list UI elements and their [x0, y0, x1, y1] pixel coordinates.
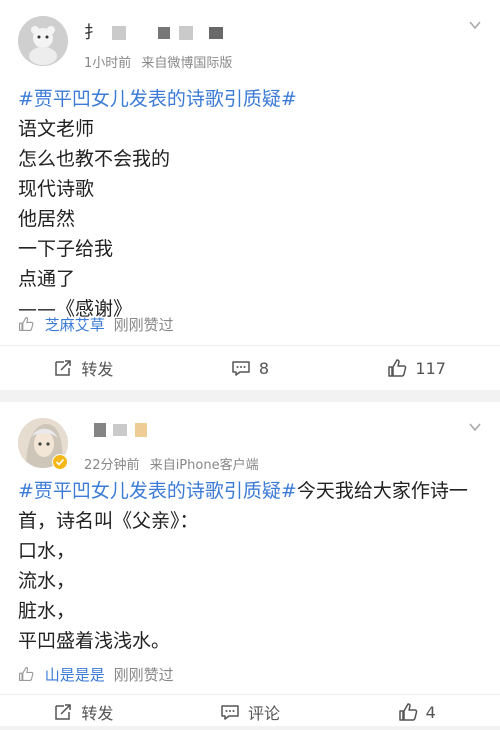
action-bar: 转发 评论 4: [0, 694, 500, 730]
user-name[interactable]: [84, 420, 147, 440]
like-count: 4: [425, 702, 436, 722]
content-line: 脏水，: [18, 600, 76, 622]
liked-text: 刚刚赞过: [113, 316, 174, 334]
comment-label: 评论: [248, 704, 281, 723]
repost-icon: [55, 360, 72, 376]
redacted-block: [179, 26, 194, 40]
comment-count: 8: [258, 358, 270, 378]
liker-name[interactable]: 芝麻艾草: [45, 316, 105, 334]
verified-badge-icon: [52, 454, 68, 470]
thumbs-up-icon: [398, 703, 417, 721]
content-line: 语文老师: [18, 118, 95, 140]
redacted-block: [157, 27, 170, 39]
liked-by-row: 芝麻艾草 刚刚赞过: [18, 314, 174, 335]
post-card: 扌 1小时前 来自微博国际版 #贾平凹女儿发表的诗歌引质疑# 语文老师 怎么也教…: [0, 0, 500, 390]
like-button[interactable]: 4: [333, 702, 500, 722]
repost-button[interactable]: 转发: [0, 700, 167, 724]
action-bar: 转发 8 117: [0, 346, 500, 390]
content-line: 平凹盛着浅浅水。: [18, 630, 171, 652]
chevron-down-icon[interactable]: [468, 18, 482, 32]
post-meta: 22分钟前 来自iPhone客户端: [84, 454, 259, 473]
feed-gap: [0, 390, 500, 402]
thumbs-up-icon: [19, 317, 34, 331]
post-content: #贾平凹女儿发表的诗歌引质疑# 语文老师 怎么也教不会我的 现代诗歌 他居然 一…: [18, 84, 488, 324]
hashtag-link[interactable]: #贾平凹女儿发表的诗歌引质疑#: [18, 480, 297, 502]
repost-icon: [55, 704, 72, 720]
repost-button[interactable]: 转发: [0, 356, 167, 380]
repost-label: 转发: [81, 360, 114, 379]
thumbs-up-icon: [19, 667, 34, 681]
thumbs-up-icon: [388, 359, 407, 377]
redacted-block: [113, 424, 128, 436]
post-content: #贾平凹女儿发表的诗歌引质疑#今天我给大家作诗一 首，诗名叫《父亲》： 口水， …: [18, 476, 488, 656]
post-time: 1小时前: [84, 56, 132, 71]
content-line: 今天我给大家作诗一: [296, 480, 468, 502]
post-time: 22分钟前: [84, 458, 140, 473]
content-line: 流水，: [18, 570, 76, 592]
content-line: 怎么也教不会我的: [18, 148, 171, 170]
content-line: 他居然: [18, 208, 76, 230]
post-source: 来自iPhone客户端: [149, 458, 259, 473]
post-source: 来自微博国际版: [141, 56, 233, 71]
avatar[interactable]: [18, 16, 68, 66]
comment-button[interactable]: 8: [167, 358, 334, 378]
content-line: 首，诗名叫《父亲》：: [18, 510, 199, 532]
content-line: 点通了: [18, 268, 76, 290]
redacted-block: [134, 423, 147, 437]
user-name-text: 扌: [84, 23, 101, 43]
comment-button[interactable]: 评论: [167, 700, 334, 724]
content-line: 一下子给我: [18, 238, 114, 260]
content-line: 现代诗歌: [18, 178, 95, 200]
liked-by-row: 山是是是 刚刚赞过: [18, 664, 174, 685]
user-name[interactable]: 扌: [84, 18, 223, 43]
liker-name[interactable]: 山是是是: [45, 666, 105, 684]
post-meta: 1小时前 来自微博国际版: [84, 52, 232, 71]
like-button[interactable]: 117: [333, 358, 500, 378]
content-line: 口水，: [18, 540, 76, 562]
comment-icon: [221, 705, 239, 720]
hashtag-link[interactable]: #贾平凹女儿发表的诗歌引质疑#: [18, 84, 488, 114]
redacted-block: [112, 26, 127, 40]
liked-text: 刚刚赞过: [113, 666, 174, 684]
chevron-down-icon[interactable]: [468, 420, 482, 434]
comment-icon: [232, 361, 250, 376]
post-card: 22分钟前 来自iPhone客户端 #贾平凹女儿发表的诗歌引质疑#今天我给大家作…: [0, 402, 500, 726]
like-count: 117: [415, 358, 446, 378]
repost-label: 转发: [81, 704, 114, 723]
redacted-block: [94, 423, 106, 437]
redacted-block: [208, 27, 223, 39]
